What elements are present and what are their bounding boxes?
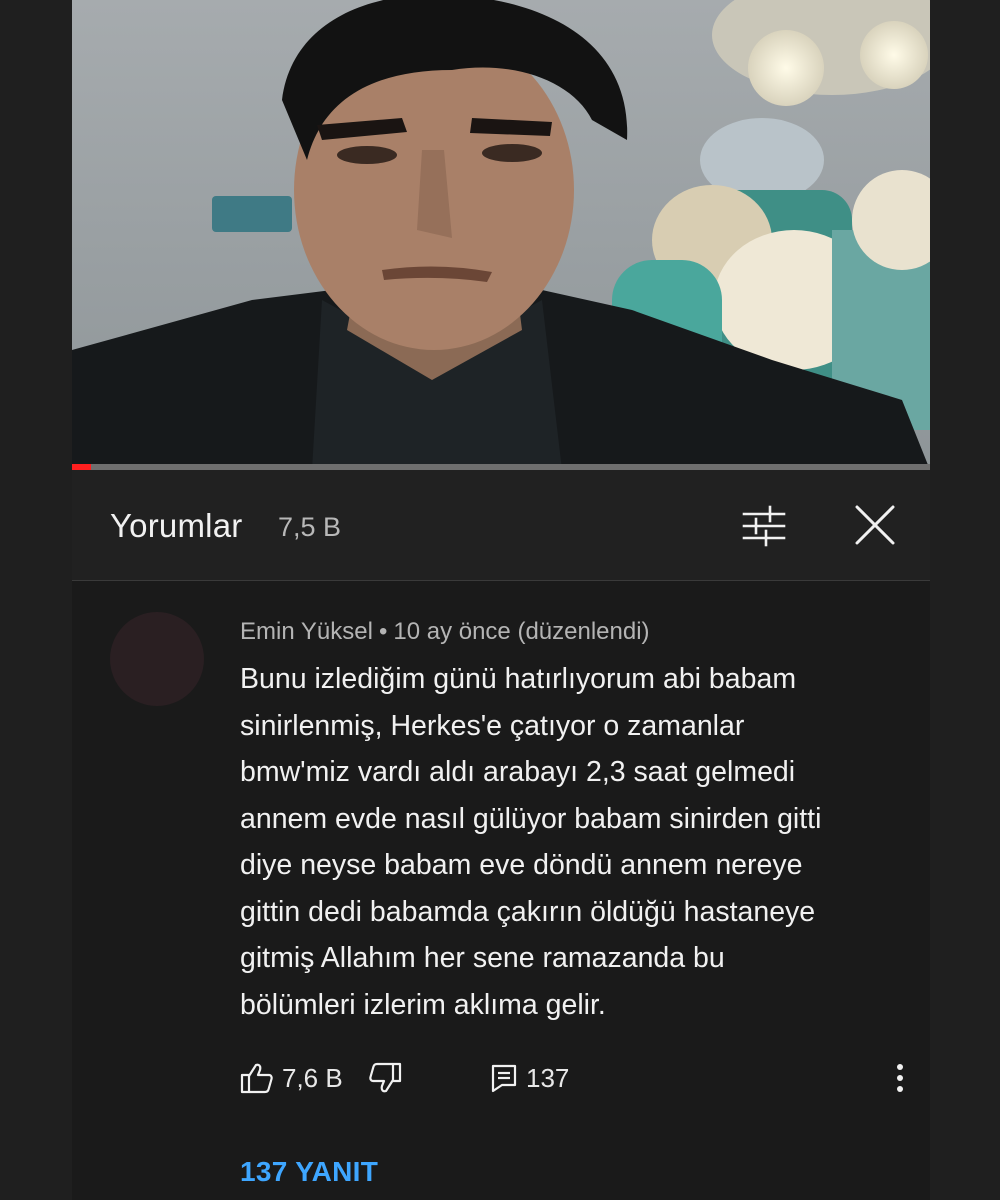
like-count: 7,6 B bbox=[282, 1062, 343, 1093]
comment-author[interactable]: Emin Yüksel bbox=[240, 618, 373, 645]
comment-text-line: sinirlenmiş, Herkes'e çatıyor o zamanlar bbox=[240, 709, 745, 742]
dislike-button[interactable] bbox=[368, 1058, 402, 1098]
close-icon bbox=[855, 505, 895, 545]
comments-title: Yorumlar bbox=[110, 507, 243, 544]
comment-text-line: Bunu izlediğim günü hatırlıyorum abi bab… bbox=[240, 663, 797, 695]
thumbs-down-icon bbox=[369, 1062, 402, 1093]
comment-text-line: gitmiş Allahım her sene ramazanda bu bbox=[240, 942, 725, 974]
comment-item: Emin Yüksel • 10 ay önce (düzenlendi) Bunu… bbox=[72, 580, 930, 1200]
comment-text-line: bmw'miz vardı aldı arabayı 2,3 saat gelm… bbox=[240, 756, 796, 788]
video-frame-image bbox=[72, 0, 930, 470]
video-player[interactable] bbox=[72, 0, 930, 470]
comment-meta: Emin Yüksel • 10 ay önce (düzenlendi) bbox=[240, 618, 650, 646]
avatar[interactable] bbox=[110, 612, 204, 706]
more-options-button[interactable] bbox=[888, 1058, 912, 1098]
comment-text: Bunu izlediğim günü hatırlıyorum abi bab… bbox=[240, 656, 920, 1028]
comments-header: Yorumlar 7,5 B bbox=[72, 470, 930, 581]
comment-text-line: bölümleri izlerim aklıma gelir. bbox=[240, 988, 606, 1021]
comments-screen: Yorumlar 7,5 B Emin Yüksel • 10 ay önce … bbox=[72, 0, 930, 1200]
comment-time: 10 ay önce (düzenlendi) bbox=[393, 618, 650, 645]
reply-count: 137 bbox=[526, 1062, 570, 1093]
like-button[interactable]: 7,6 B bbox=[240, 1058, 343, 1098]
comment-text-line: diye neyse babam eve döndü annem nereye bbox=[240, 849, 803, 881]
comment-text-line: annem evde nasıl gülüyor babam sinirden … bbox=[240, 802, 822, 835]
sort-filter-icon bbox=[742, 505, 786, 547]
view-replies-link[interactable]: 137 YANIT bbox=[240, 1156, 378, 1188]
reply-comment-icon bbox=[491, 1064, 517, 1093]
sort-comments-button[interactable] bbox=[740, 504, 788, 548]
close-comments-button[interactable] bbox=[852, 502, 898, 548]
comment-text-line: gittin dedi babamda çakırın öldüğü hasta… bbox=[240, 895, 816, 928]
comments-count: 7,5 B bbox=[278, 512, 342, 542]
comment-actions: 7,6 B 137 bbox=[240, 1058, 910, 1098]
meta-separator: • bbox=[378, 618, 388, 645]
more-vertical-icon bbox=[897, 1064, 903, 1092]
reply-button[interactable]: 137 bbox=[490, 1058, 569, 1098]
thumbs-up-icon bbox=[240, 1063, 273, 1094]
